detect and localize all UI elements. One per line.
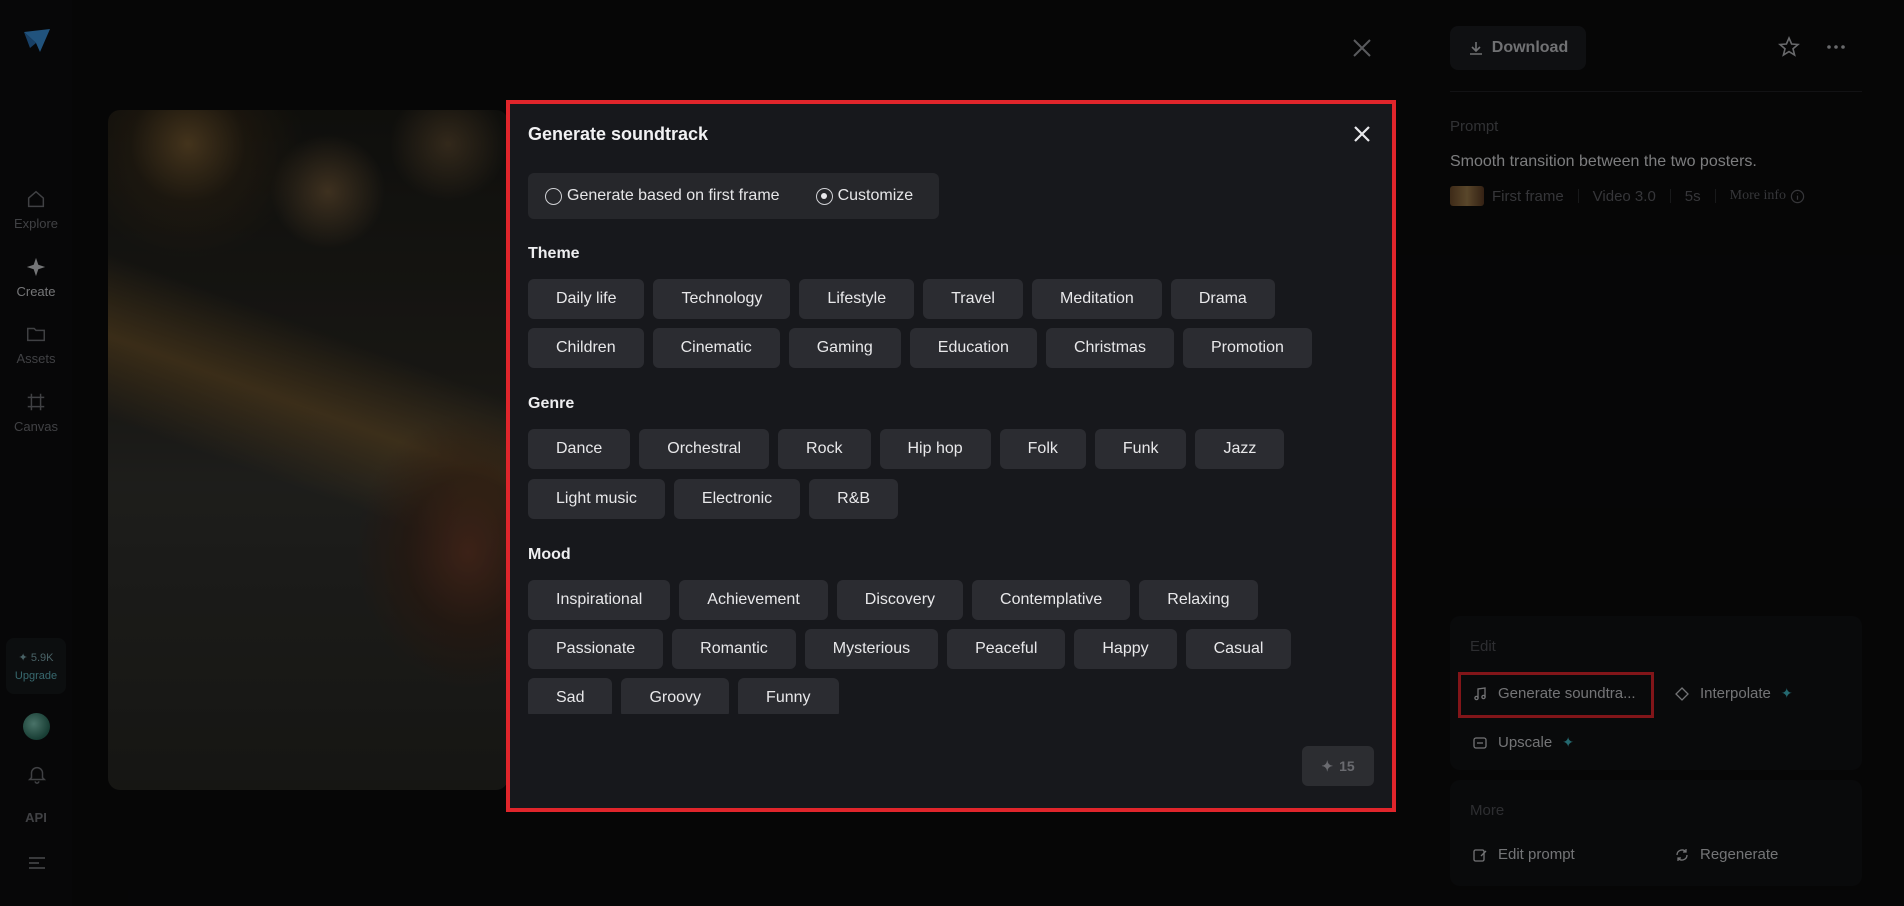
chip-genre[interactable]: Hip hop [879, 429, 991, 469]
radio-customize[interactable]: Customize [815, 187, 914, 205]
chip-mood[interactable]: Discovery [836, 580, 964, 620]
generate-soundtrack-dialog: Generate soundtrack Generate based on fi… [506, 100, 1396, 812]
chip-theme[interactable]: Technology [653, 279, 791, 319]
chip-mood[interactable]: Inspirational [528, 580, 671, 620]
chip-genre[interactable]: Rock [778, 429, 871, 469]
dialog-title: Generate soundtrack [528, 124, 709, 144]
chip-mood[interactable]: Romantic [672, 629, 796, 669]
mode-selector: Generate based on first frame Customize [528, 173, 939, 219]
chip-genre[interactable]: Jazz [1195, 429, 1285, 469]
mood-row-3: Sad Groovy Funny [528, 678, 839, 714]
close-icon[interactable] [1352, 124, 1372, 144]
chip-mood[interactable]: Casual [1185, 629, 1292, 669]
chip-theme[interactable]: Cinematic [652, 328, 780, 368]
chip-mood[interactable]: Relaxing [1139, 580, 1258, 620]
chip-theme[interactable]: Children [528, 328, 644, 368]
chip-theme[interactable]: Drama [1170, 279, 1275, 319]
chip-genre[interactable]: Electronic [673, 479, 801, 519]
radio-first-frame-label: Generate based on first frame [567, 187, 780, 204]
chip-theme[interactable]: Travel [923, 279, 1023, 319]
chip-mood[interactable]: Groovy [621, 678, 730, 714]
chip-theme[interactable]: Lifestyle [799, 279, 915, 319]
chip-genre[interactable]: Dance [528, 429, 631, 469]
chip-genre[interactable]: Light music [528, 479, 665, 519]
chip-mood[interactable]: Peaceful [947, 629, 1066, 669]
chip-theme[interactable]: Meditation [1031, 279, 1162, 319]
chip-theme[interactable]: Daily life [528, 279, 645, 319]
app-page: Explore Create Assets Canvas ✦ 5.9K Upgr… [0, 0, 1904, 906]
chip-mood[interactable]: Happy [1074, 629, 1177, 669]
chip-theme[interactable]: Christmas [1045, 328, 1174, 368]
mood-title: Mood [528, 546, 571, 563]
generate-cost: 15 [1339, 758, 1355, 774]
theme-title: Theme [528, 245, 580, 262]
chip-genre[interactable]: Folk [999, 429, 1086, 469]
chip-mood[interactable]: Achievement [679, 580, 828, 620]
chip-mood[interactable]: Mysterious [804, 629, 939, 669]
chip-theme[interactable]: Promotion [1182, 328, 1312, 368]
generate-button[interactable]: ✦ 15 [1302, 746, 1374, 786]
chip-mood[interactable]: Contemplative [972, 580, 1131, 620]
chip-genre[interactable]: R&B [809, 479, 899, 519]
chip-genre[interactable]: Funk [1094, 429, 1187, 469]
radio-circle-selected [815, 187, 833, 205]
theme-row-2: Children Cinematic Gaming Education Chri… [528, 328, 1312, 368]
mood-row-2: Passionate Romantic Mysterious Peaceful … [528, 629, 1292, 669]
genre-title: Genre [528, 395, 575, 412]
sparkle-icon: ✦ [1321, 757, 1334, 774]
chip-theme[interactable]: Gaming [788, 328, 901, 368]
radio-circle [545, 187, 562, 205]
chip-mood[interactable]: Passionate [528, 629, 664, 669]
chip-mood[interactable]: Funny [738, 678, 839, 714]
radio-customize-label: Customize [837, 187, 914, 204]
genre-row-2: Light music Electronic R&B [528, 479, 899, 519]
genre-row-1: Dance Orchestral Rock Hip hop Folk Funk … [528, 429, 1285, 469]
mood-row-1: Inspirational Achievement Discovery Cont… [528, 580, 1258, 620]
chip-mood[interactable]: Sad [528, 678, 613, 714]
chip-theme[interactable]: Education [909, 328, 1037, 368]
radio-first-frame[interactable]: Generate based on first frame [545, 187, 780, 205]
theme-row-1: Daily life Technology Lifestyle Travel M… [528, 279, 1275, 319]
chip-genre[interactable]: Orchestral [639, 429, 770, 469]
